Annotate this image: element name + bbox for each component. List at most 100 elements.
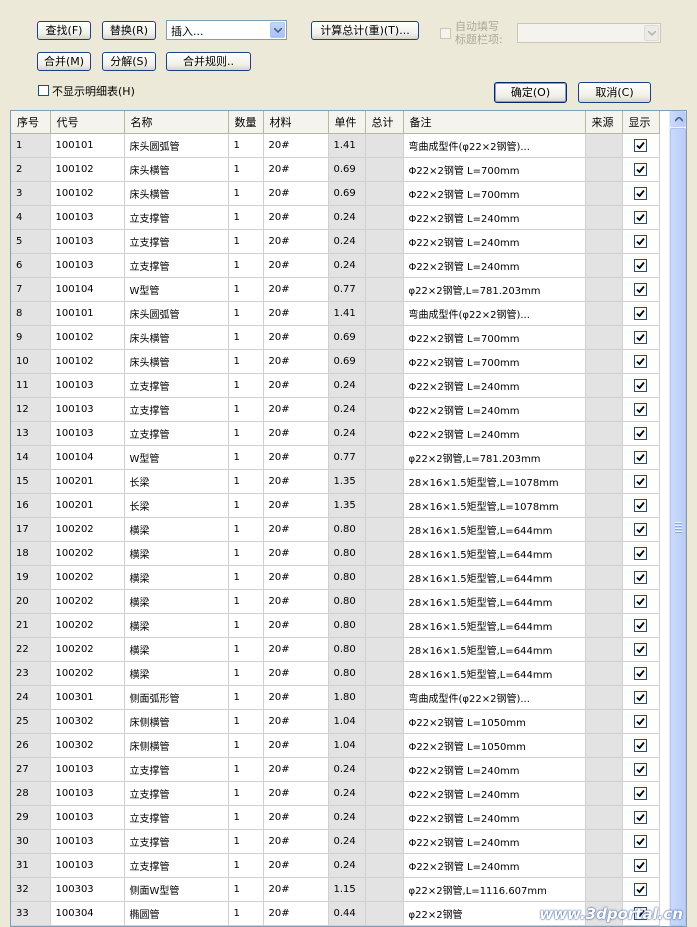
cell-qty[interactable]: 1 — [228, 685, 264, 710]
cell-unit-weight[interactable]: 0.44 — [328, 901, 366, 926]
cell-remark[interactable]: Φ22×2钢管 L=240mm — [403, 253, 586, 278]
cell-material[interactable]: 20# — [263, 517, 329, 542]
cell-qty[interactable]: 1 — [228, 157, 264, 182]
cell-source[interactable] — [585, 709, 623, 734]
cell-code[interactable]: 100103 — [50, 397, 125, 422]
cell-total[interactable] — [365, 373, 404, 398]
cell-display[interactable] — [622, 781, 660, 806]
cell-code[interactable]: 100103 — [50, 757, 125, 782]
header-col-source[interactable]: 来源 — [585, 111, 623, 134]
cell-material[interactable]: 20# — [263, 877, 329, 902]
cell-total[interactable] — [365, 661, 404, 686]
cell-qty[interactable]: 1 — [228, 661, 264, 686]
cell-display[interactable] — [622, 397, 660, 422]
cell-display[interactable] — [622, 253, 660, 278]
cell-unit-weight[interactable]: 0.69 — [328, 181, 366, 206]
cell-index[interactable]: 20 — [11, 589, 51, 614]
cell-qty[interactable]: 1 — [228, 349, 264, 374]
cell-code[interactable]: 100103 — [50, 205, 125, 230]
cell-index[interactable]: 13 — [11, 421, 51, 446]
cell-qty[interactable]: 1 — [228, 877, 264, 902]
cell-remark[interactable]: 28×16×1.5矩型管,L=644mm — [403, 565, 586, 590]
find-button[interactable]: 查找(F) — [37, 21, 91, 40]
cell-total[interactable] — [365, 853, 404, 878]
cell-display[interactable] — [622, 565, 660, 590]
cell-code[interactable]: 100202 — [50, 589, 125, 614]
cell-index[interactable]: 17 — [11, 517, 51, 542]
display-checkbox[interactable] — [634, 787, 647, 800]
cell-remark[interactable]: Φ22×2钢管 L=700mm — [403, 325, 586, 350]
cell-total[interactable] — [365, 805, 404, 830]
cell-total[interactable] — [365, 469, 404, 494]
cell-source[interactable] — [585, 301, 623, 326]
cell-unit-weight[interactable]: 0.24 — [328, 853, 366, 878]
cell-unit-weight[interactable]: 0.24 — [328, 805, 366, 830]
cell-total[interactable] — [365, 493, 404, 518]
cell-name[interactable]: 立支撑管 — [124, 397, 229, 422]
cell-unit-weight[interactable]: 0.69 — [328, 157, 366, 182]
display-checkbox[interactable] — [634, 187, 647, 200]
table-row[interactable]: 14 100104 W型管 1 20# 0.77 φ22×2钢管,L=781.203mm — [11, 445, 660, 470]
cell-code[interactable]: 100201 — [50, 493, 125, 518]
display-checkbox[interactable] — [634, 859, 647, 872]
cell-remark[interactable]: φ22×2钢管,L=781.203mm — [403, 445, 586, 470]
cell-name[interactable]: 立支撑管 — [124, 853, 229, 878]
cell-remark[interactable]: 弯曲成型件(φ22×2钢管)... — [403, 301, 586, 326]
cell-material[interactable]: 20# — [263, 253, 329, 278]
display-checkbox[interactable] — [634, 163, 647, 176]
cell-remark[interactable]: 28×16×1.5矩型管,L=644mm — [403, 661, 586, 686]
vertical-scrollbar[interactable] — [669, 111, 686, 926]
display-checkbox[interactable] — [634, 523, 647, 536]
cell-source[interactable] — [585, 781, 623, 806]
scroll-thumb[interactable] — [670, 128, 686, 926]
cell-material[interactable]: 20# — [263, 181, 329, 206]
cell-source[interactable] — [585, 445, 623, 470]
display-checkbox[interactable] — [634, 667, 647, 680]
display-checkbox[interactable] — [634, 811, 647, 824]
scroll-up-button[interactable] — [670, 111, 686, 127]
cell-name[interactable]: 床头圆弧管 — [124, 133, 229, 158]
cell-total[interactable] — [365, 133, 404, 158]
cell-unit-weight[interactable]: 1.35 — [328, 469, 366, 494]
cell-material[interactable]: 20# — [263, 277, 329, 302]
cell-qty[interactable]: 1 — [228, 613, 264, 638]
table-row[interactable]: 16 100201 长梁 1 20# 1.35 28×16×1.5矩型管,L=1078mm — [11, 493, 660, 518]
cell-source[interactable] — [585, 133, 623, 158]
cell-qty[interactable]: 1 — [228, 805, 264, 830]
cell-name[interactable]: 椭圆管 — [124, 901, 229, 926]
auto-fill-title-checkbox[interactable] — [440, 28, 451, 39]
table-row[interactable]: 10 100102 床头横管 1 20# 0.69 Φ22×2钢管 L=700mm — [11, 349, 660, 374]
cell-source[interactable] — [585, 253, 623, 278]
cell-index[interactable]: 33 — [11, 901, 51, 926]
cell-name[interactable]: 横梁 — [124, 565, 229, 590]
cell-index[interactable]: 27 — [11, 757, 51, 782]
cell-remark[interactable]: 28×16×1.5矩型管,L=644mm — [403, 613, 586, 638]
cell-display[interactable] — [622, 325, 660, 350]
cell-remark[interactable]: 28×16×1.5矩型管,L=1078mm — [403, 493, 586, 518]
cell-total[interactable] — [365, 637, 404, 662]
cell-code[interactable]: 100301 — [50, 685, 125, 710]
cell-display[interactable] — [622, 517, 660, 542]
display-checkbox[interactable] — [634, 451, 647, 464]
cell-unit-weight[interactable]: 0.24 — [328, 829, 366, 854]
cell-total[interactable] — [365, 613, 404, 638]
cell-qty[interactable]: 1 — [228, 181, 264, 206]
header-col-total[interactable]: 总计 — [365, 111, 404, 134]
cell-remark[interactable]: Φ22×2钢管 L=700mm — [403, 181, 586, 206]
cell-material[interactable]: 20# — [263, 853, 329, 878]
table-row[interactable]: 4 100103 立支撑管 1 20# 0.24 Φ22×2钢管 L=240mm — [11, 205, 660, 230]
cell-total[interactable] — [365, 901, 404, 926]
cell-code[interactable]: 100302 — [50, 709, 125, 734]
cell-remark[interactable]: 28×16×1.5矩型管,L=1078mm — [403, 469, 586, 494]
table-row[interactable]: 12 100103 立支撑管 1 20# 0.24 Φ22×2钢管 L=240mm — [11, 397, 660, 422]
cell-name[interactable]: 横梁 — [124, 613, 229, 638]
cell-index[interactable]: 4 — [11, 205, 51, 230]
cell-display[interactable] — [622, 445, 660, 470]
cell-qty[interactable]: 1 — [228, 133, 264, 158]
cell-unit-weight[interactable]: 1.41 — [328, 301, 366, 326]
cell-material[interactable]: 20# — [263, 589, 329, 614]
cell-display[interactable] — [622, 661, 660, 686]
header-col-material[interactable]: 材料 — [263, 111, 329, 134]
cell-total[interactable] — [365, 829, 404, 854]
cell-unit-weight[interactable]: 0.69 — [328, 325, 366, 350]
